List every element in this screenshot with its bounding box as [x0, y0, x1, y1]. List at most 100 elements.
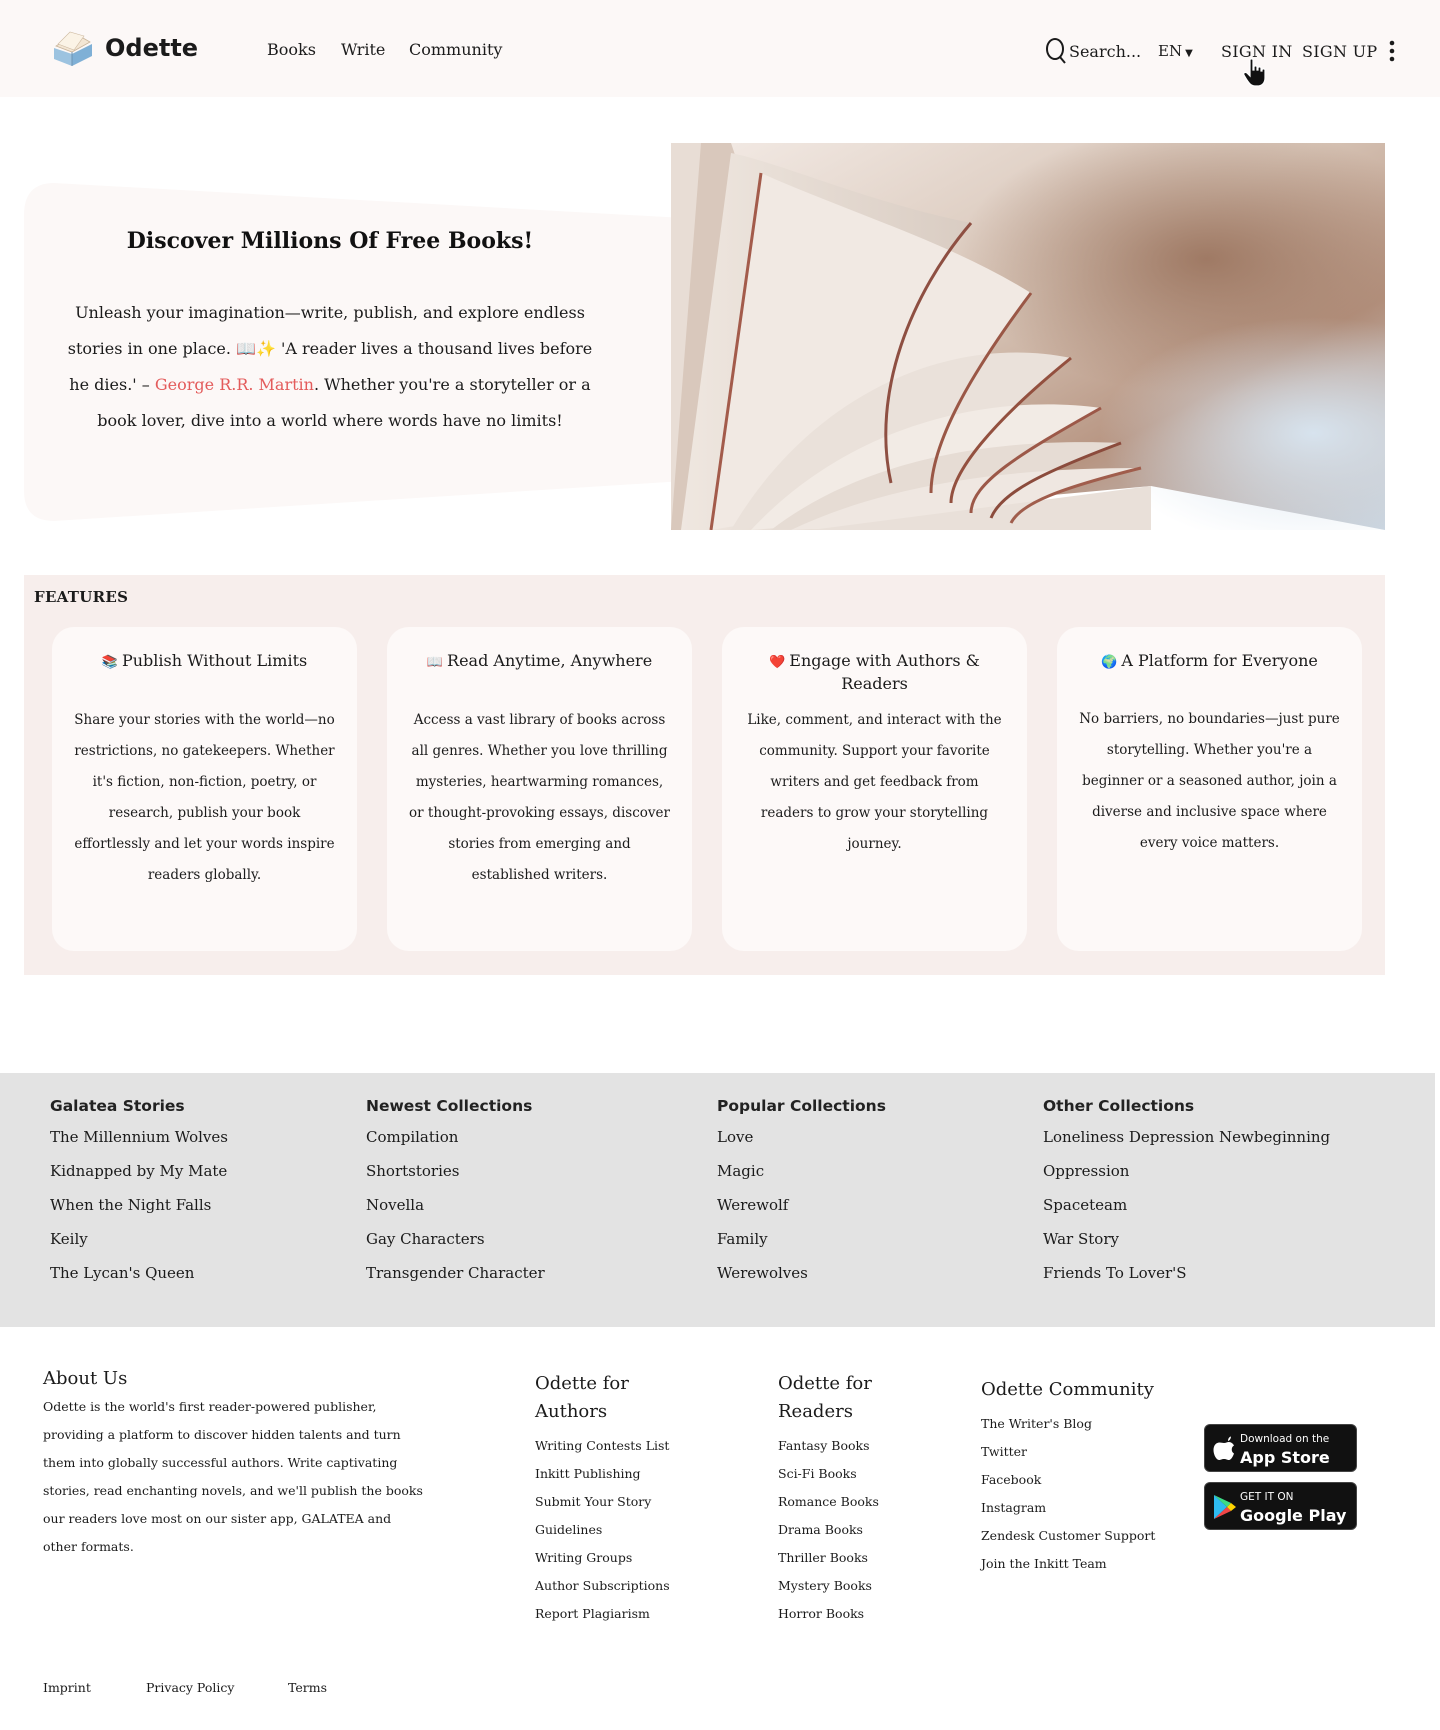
language-select[interactable]: EN ▼ — [1158, 42, 1193, 60]
collection-column: Other Collections Loneliness Depression … — [1043, 1097, 1330, 1296]
collection-link[interactable]: The Millennium Wolves — [50, 1126, 228, 1160]
footer-link[interactable]: Join the Inkitt Team — [981, 1550, 1181, 1578]
feature-card-body: Access a vast library of books across al… — [409, 712, 670, 883]
search-icon — [1046, 38, 1066, 64]
footer-link[interactable]: Submit Your Story — [535, 1488, 695, 1516]
feature-card-body: Share your stories with the world—no res… — [74, 712, 335, 883]
imprint-link[interactable]: Imprint — [43, 1680, 91, 1695]
open-book-image — [671, 143, 1385, 530]
footer-link[interactable]: Instagram — [981, 1494, 1181, 1522]
footer-link[interactable]: Inkitt Publishing — [535, 1460, 695, 1488]
features-section: FEATURES 📚 Publish Without Limits Share y… — [24, 575, 1385, 975]
collection-heading: Galatea Stories — [50, 1097, 185, 1115]
collection-link[interactable]: Magic — [717, 1160, 886, 1194]
google-play-button[interactable]: GET IT ON Google Play — [1204, 1482, 1357, 1530]
about-us-text: Odette is the world's first reader-power… — [43, 1399, 423, 1554]
open-book-icon: 📖 — [426, 655, 444, 670]
feature-card-title: 📖 Read Anytime, Anywhere — [407, 650, 672, 673]
feature-card-title: 📚 Publish Without Limits — [72, 650, 337, 673]
search-box[interactable]: Search... — [1045, 38, 1141, 64]
feature-title-text: Publish Without Limits — [121, 651, 308, 670]
footer-link[interactable]: Mystery Books — [778, 1572, 918, 1600]
footer-link[interactable]: Horror Books — [778, 1600, 918, 1628]
collection-link[interactable]: Friends To Lover'S — [1043, 1262, 1330, 1296]
collection-link[interactable]: Compilation — [366, 1126, 545, 1160]
footer-authors-heading: Odette for Authors — [535, 1373, 629, 1422]
collection-link[interactable]: Loneliness Depression Newbeginning — [1043, 1126, 1330, 1160]
book-logo-icon[interactable] — [50, 28, 94, 68]
feature-card-body: No barriers, no boundaries—just pure sto… — [1079, 711, 1340, 851]
feature-card-title: ❤️ Engage with Authors & Readers — [742, 650, 1007, 694]
collections-section: Galatea Stories The Millennium Wolves Ki… — [0, 1073, 1435, 1327]
footer-link[interactable]: Author Subscriptions — [535, 1572, 695, 1600]
feature-title-text: Engage with Authors & Readers — [789, 651, 980, 693]
search-placeholder: Search... — [1069, 41, 1142, 61]
collection-column: Newest Collections Compilation Shortstor… — [366, 1097, 545, 1296]
footer-authors-column: Odette for Authors Writing Contests List… — [535, 1370, 695, 1628]
collection-link[interactable]: Keily — [50, 1228, 228, 1262]
collection-link[interactable]: When the Night Falls — [50, 1194, 228, 1228]
footer-link[interactable]: Zendesk Customer Support — [981, 1522, 1181, 1550]
collection-heading: Other Collections — [1043, 1097, 1195, 1115]
collection-link[interactable]: Kidnapped by My Mate — [50, 1160, 228, 1194]
hero-description: Unleash your imagination—write, publish,… — [60, 295, 600, 439]
footer-link[interactable]: Thriller Books — [778, 1544, 918, 1572]
footer-community-column: Odette Community The Writer's Blog Twitt… — [981, 1376, 1181, 1578]
nav-community-link[interactable]: Community — [409, 40, 502, 59]
app-store-small-text: Download on the — [1240, 1433, 1330, 1445]
feature-card-body: Like, comment, and interact with the com… — [747, 712, 1002, 852]
footer-link[interactable]: Facebook — [981, 1466, 1181, 1494]
quote-author-link[interactable]: George R.R. Martin — [155, 375, 314, 394]
features-heading: FEATURES — [34, 588, 129, 606]
nav-write-link[interactable]: Write — [341, 40, 385, 59]
feature-card: 🌍 A Platform for Everyone No barriers, no… — [1057, 627, 1362, 951]
globe-icon: 🌍 — [1101, 655, 1118, 670]
more-menu-icon[interactable] — [1388, 40, 1396, 62]
collection-link[interactable]: Werewolves — [717, 1262, 886, 1296]
footer-link[interactable]: Twitter — [981, 1438, 1181, 1466]
footer-link[interactable]: Fantasy Books — [778, 1432, 918, 1460]
sign-up-link[interactable]: SIGN UP — [1302, 42, 1378, 61]
collection-link[interactable]: War Story — [1043, 1228, 1330, 1262]
collection-link[interactable]: Werewolf — [717, 1194, 886, 1228]
language-label: EN — [1158, 42, 1183, 60]
hand-cursor-icon — [1243, 58, 1266, 87]
footer-link[interactable]: Writing Groups — [535, 1544, 695, 1572]
nav-books-link[interactable]: Books — [267, 40, 316, 59]
footer-link[interactable]: Romance Books — [778, 1488, 918, 1516]
google-play-small-text: GET IT ON — [1240, 1491, 1294, 1503]
collection-link[interactable]: Oppression — [1043, 1160, 1330, 1194]
feature-card: 📚 Publish Without Limits Share your stori… — [52, 627, 357, 951]
brand-name[interactable]: Odette — [105, 34, 198, 62]
heart-icon: ❤️ — [769, 655, 786, 670]
footer-link[interactable]: Sci-Fi Books — [778, 1460, 918, 1488]
footer-link[interactable]: The Writer's Blog — [981, 1410, 1181, 1438]
footer-community-heading: Odette Community — [981, 1379, 1154, 1400]
caret-down-icon: ▼ — [1185, 48, 1193, 59]
footer-link[interactable]: Drama Books — [778, 1516, 918, 1544]
about-us-block: About Us Odette is the world's first rea… — [43, 1368, 423, 1561]
collection-link[interactable]: Transgender Character — [366, 1262, 545, 1296]
footer-readers-heading: Odette for Readers — [778, 1373, 872, 1422]
collection-column: Popular Collections Love Magic Werewolf … — [717, 1097, 886, 1296]
collection-link[interactable]: The Lycan's Queen — [50, 1262, 228, 1296]
footer-link[interactable]: Report Plagiarism — [535, 1600, 695, 1628]
collection-link[interactable]: Gay Characters — [366, 1228, 545, 1262]
apple-icon — [1213, 1436, 1234, 1460]
terms-link[interactable]: Terms — [288, 1680, 327, 1695]
collection-link[interactable]: Novella — [366, 1194, 545, 1228]
collection-link[interactable]: Family — [717, 1228, 886, 1262]
google-play-icon — [1214, 1495, 1236, 1519]
feature-card: ❤️ Engage with Authors & Readers Like, co… — [722, 627, 1027, 951]
app-store-big-text: App Store — [1240, 1448, 1330, 1467]
collection-heading: Newest Collections — [366, 1097, 533, 1115]
footer-link[interactable]: Writing Contests List — [535, 1432, 695, 1460]
privacy-policy-link[interactable]: Privacy Policy — [146, 1680, 234, 1695]
footer-readers-column: Odette for Readers Fantasy Books Sci-Fi … — [778, 1370, 918, 1628]
books-icon: 📚 — [101, 655, 118, 670]
collection-link[interactable]: Shortstories — [366, 1160, 545, 1194]
collection-link[interactable]: Spaceteam — [1043, 1194, 1330, 1228]
footer-link[interactable]: Guidelines — [535, 1516, 695, 1544]
app-store-button[interactable]: Download on the App Store — [1204, 1424, 1357, 1472]
collection-link[interactable]: Love — [717, 1126, 886, 1160]
